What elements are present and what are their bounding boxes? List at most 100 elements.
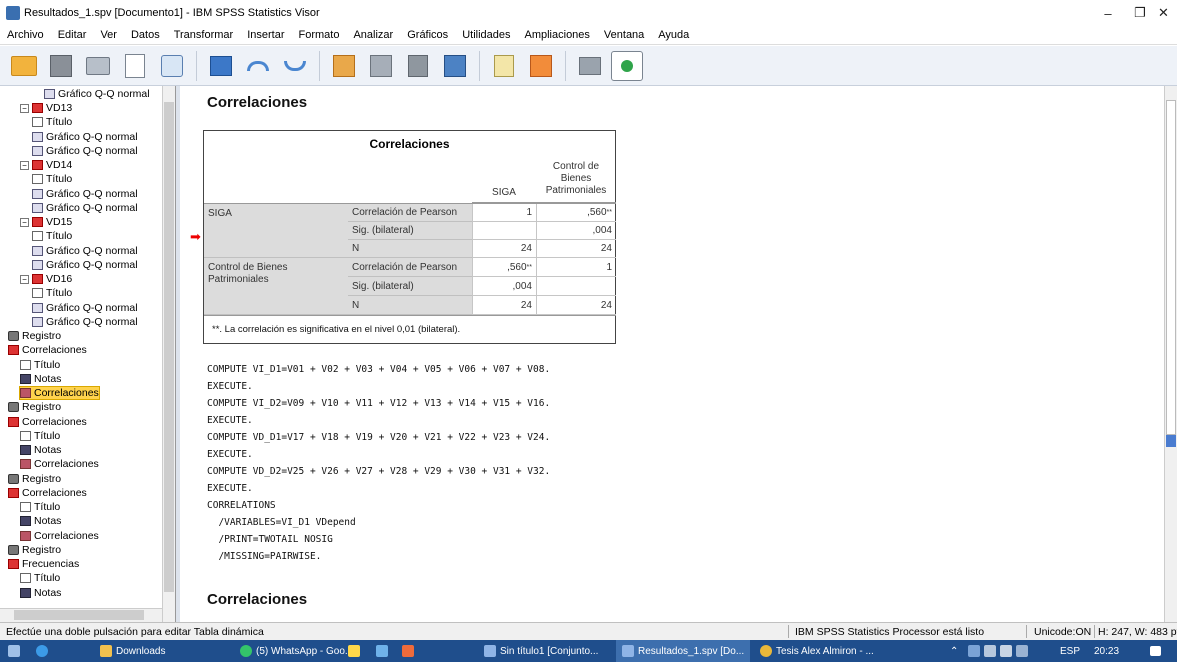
syntax-line[interactable]: COMPUTE VI_D2=V09 + V10 + V11 + V12 + V1… xyxy=(207,398,550,409)
outline-item[interactable]: Título xyxy=(32,230,72,242)
show-icon[interactable] xyxy=(611,50,643,81)
menu-insertar[interactable]: Insertar xyxy=(240,29,291,41)
output-table-icon[interactable] xyxy=(439,51,471,81)
outline-item[interactable]: Título xyxy=(32,287,72,299)
task-view-icon[interactable] xyxy=(8,640,24,662)
insert-text-icon[interactable] xyxy=(488,51,520,81)
outline-item[interactable]: Notas xyxy=(20,373,61,385)
syntax-line[interactable]: COMPUTE VD_D1=V17 + V18 + V19 + V20 + V2… xyxy=(207,432,550,443)
syntax-line[interactable]: /VARIABLES=VI_D1 VDepend xyxy=(207,517,355,528)
syntax-line[interactable]: CORRELATIONS xyxy=(207,500,276,511)
menu-editar[interactable]: Editar xyxy=(51,29,94,41)
export-icon[interactable] xyxy=(156,51,188,81)
outline-item[interactable]: Correlaciones xyxy=(8,344,87,356)
outline-item[interactable]: Notas xyxy=(20,587,61,599)
menu-analizar[interactable]: Analizar xyxy=(346,29,400,41)
menu-transformar[interactable]: Transformar xyxy=(167,29,241,41)
outline-item[interactable]: Gráfico Q-Q normal xyxy=(32,245,138,257)
outline-item[interactable]: Título xyxy=(20,430,60,442)
outline-item[interactable]: Registro xyxy=(8,473,61,485)
menu-datos[interactable]: Datos xyxy=(124,29,167,41)
syntax-line[interactable]: /MISSING=PAIRWISE. xyxy=(207,551,321,562)
collapse-toggle-icon[interactable]: − xyxy=(20,274,29,284)
output-heading[interactable]: Correlaciones xyxy=(207,94,307,111)
syntax-line[interactable]: EXECUTE. xyxy=(207,381,253,392)
outline-item[interactable]: Título xyxy=(20,359,60,371)
outline-item[interactable]: − VD16 xyxy=(20,273,72,285)
syntax-line[interactable]: EXECUTE. xyxy=(207,449,253,460)
print-preview-icon[interactable] xyxy=(119,51,151,81)
outline-hscroll-thumb[interactable] xyxy=(14,610,144,620)
hide-icon[interactable] xyxy=(574,51,606,81)
outline-item[interactable]: Gráfico Q-Q normal xyxy=(32,302,138,314)
outline-item[interactable]: Título xyxy=(20,501,60,513)
open-icon[interactable] xyxy=(8,51,40,81)
outline-item[interactable]: − VD13 xyxy=(20,102,72,114)
outline-item[interactable]: Título xyxy=(20,572,60,584)
menu-ventana[interactable]: Ventana xyxy=(597,29,651,41)
taskbar-downloads[interactable]: Downloads xyxy=(100,640,165,662)
insert-title-icon[interactable] xyxy=(525,51,557,81)
outline-item[interactable]: Correlaciones xyxy=(8,416,87,428)
collapse-toggle-icon[interactable]: − xyxy=(20,160,29,170)
outline-item[interactable]: Correlaciones xyxy=(20,530,99,542)
output-heading[interactable]: Correlaciones xyxy=(207,591,307,608)
outline-item[interactable]: Frecuencias xyxy=(8,558,79,570)
syntax-line[interactable]: EXECUTE. xyxy=(207,483,253,494)
syntax-line[interactable]: COMPUTE VI_D1=V01 + V02 + V03 + V04 + V0… xyxy=(207,364,550,375)
output-scroll-thumb[interactable] xyxy=(1166,100,1176,435)
collapse-toggle-icon[interactable]: − xyxy=(20,103,29,113)
language-indicator[interactable]: ESP xyxy=(1060,640,1080,662)
brave-icon[interactable] xyxy=(402,640,418,662)
outline-item[interactable]: Registro xyxy=(8,544,61,556)
syntax-line[interactable]: /PRINT=TWOTAIL NOSIG xyxy=(207,534,332,545)
taskbar-spss-output[interactable]: Resultados_1.spv [Do... xyxy=(616,640,751,662)
close-button[interactable]: ✕ xyxy=(1150,0,1177,26)
redo-icon[interactable] xyxy=(279,51,311,81)
outline-item[interactable]: Título xyxy=(32,173,72,185)
goto-case-icon[interactable] xyxy=(365,51,397,81)
correlations-pivot-table[interactable]: Correlaciones SIGA Control de Bienes Pat… xyxy=(203,130,616,344)
goto-data-icon[interactable] xyxy=(328,51,360,81)
save-icon[interactable] xyxy=(45,51,77,81)
outline-item[interactable]: Gráfico Q-Q normal xyxy=(44,88,150,100)
outline-pane[interactable]: Gráfico Q-Q normal − VD13 Título Gráfico Q-Q… xyxy=(0,86,176,622)
notifications-icon[interactable] xyxy=(1150,640,1165,662)
menu-graficos[interactable]: Gráficos xyxy=(400,29,455,41)
outline-item[interactable]: Gráfico Q-Q normal xyxy=(32,188,138,200)
variables-icon[interactable] xyxy=(402,51,434,81)
outline-item[interactable]: Gráfico Q-Q normal xyxy=(32,316,138,328)
edge-icon[interactable] xyxy=(36,640,52,662)
menu-ayuda[interactable]: Ayuda xyxy=(651,29,696,41)
outline-item[interactable]: Gráfico Q-Q normal xyxy=(32,145,138,157)
outline-item[interactable]: Gráfico Q-Q normal xyxy=(32,259,138,271)
store-icon[interactable] xyxy=(348,640,364,662)
syntax-line[interactable]: COMPUTE VD_D2=V25 + V26 + V27 + V28 + V2… xyxy=(207,466,550,477)
taskbar-whatsapp[interactable]: (5) WhatsApp - Goo... xyxy=(240,640,353,662)
outline-item[interactable]: Título xyxy=(32,116,72,128)
taskbar-chrome[interactable]: Tesis Alex Almiron - ... xyxy=(760,640,874,662)
menu-utilidades[interactable]: Utilidades xyxy=(455,29,517,41)
syntax-line[interactable]: EXECUTE. xyxy=(207,415,253,426)
outline-scroll-thumb[interactable] xyxy=(164,102,174,592)
collapse-toggle-icon[interactable]: − xyxy=(20,217,29,227)
outline-item[interactable]: Registro xyxy=(8,330,61,342)
outline-item[interactable]: − VD15 xyxy=(20,216,72,228)
menu-ver[interactable]: Ver xyxy=(93,29,124,41)
taskbar-spss-data[interactable]: Sin título1 [Conjunto... xyxy=(484,640,598,662)
outline-item[interactable]: Notas xyxy=(20,515,61,527)
outline-item[interactable]: Correlaciones xyxy=(19,386,100,400)
outline-item[interactable]: Gráfico Q-Q normal xyxy=(32,202,138,214)
output-scroll-position[interactable] xyxy=(1166,435,1176,447)
clock[interactable]: 20:23 xyxy=(1094,640,1119,662)
menu-archivo[interactable]: Archivo xyxy=(0,29,51,41)
undo-icon[interactable] xyxy=(242,51,274,81)
menu-formato[interactable]: Formato xyxy=(292,29,347,41)
menu-ampliaciones[interactable]: Ampliaciones xyxy=(518,29,597,41)
outline-item[interactable]: Notas xyxy=(20,444,61,456)
tray-chevron-icon[interactable]: ⌃ xyxy=(950,640,958,662)
outline-item[interactable]: − VD14 xyxy=(20,159,72,171)
recall-dialog-icon[interactable] xyxy=(205,51,237,81)
outline-item[interactable]: Gráfico Q-Q normal xyxy=(32,131,138,143)
outline-item[interactable]: Registro xyxy=(8,401,61,413)
